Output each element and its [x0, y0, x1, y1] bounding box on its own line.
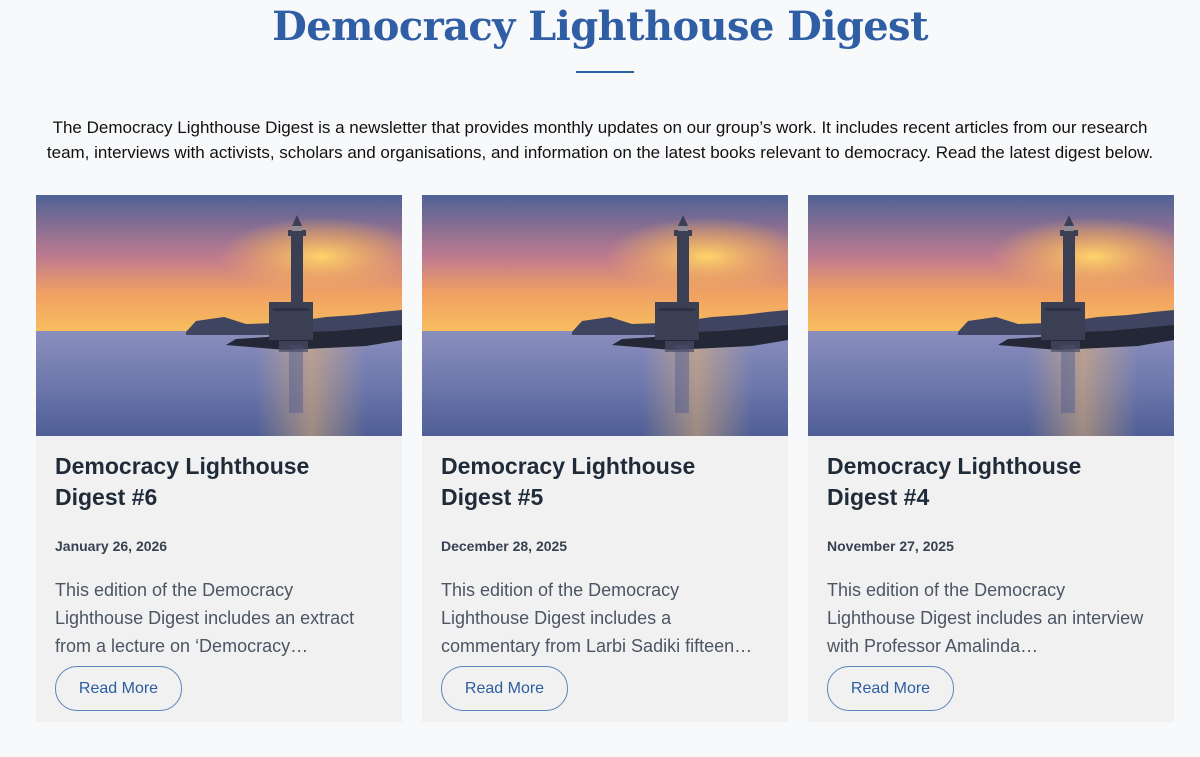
digest-page: Democracy Lighthouse Digest The Democrac…	[0, 0, 1200, 757]
card-body: Democracy Lighthouse Digest #6 January 2…	[55, 436, 384, 660]
read-more-button[interactable]: Read More	[827, 666, 954, 711]
read-more-button[interactable]: Read More	[55, 666, 182, 711]
lighthouse-image[interactable]	[808, 195, 1174, 436]
lighthouse-image[interactable]	[36, 195, 402, 436]
card-title[interactable]: Democracy Lighthouse Digest #4	[827, 451, 1156, 513]
card-excerpt: This edition of the Democracy Lighthouse…	[441, 580, 753, 656]
digest-card: Democracy Lighthouse Digest #4 November …	[808, 195, 1174, 722]
page-title: Democracy Lighthouse Digest	[272, 3, 928, 50]
card-body: Democracy Lighthouse Digest #4 November …	[827, 436, 1156, 660]
card-date: January 26, 2026	[55, 538, 168, 554]
card-excerpt: This edition of the Democracy Lighthouse…	[55, 580, 355, 656]
digest-card-list: Democracy Lighthouse Digest #6 January 2…	[36, 195, 1174, 722]
card-excerpt: This edition of the Democracy Lighthouse…	[827, 580, 1144, 656]
card-date: December 28, 2025	[441, 538, 568, 554]
read-more-button[interactable]: Read More	[441, 666, 568, 711]
card-title[interactable]: Democracy Lighthouse Digest #6	[55, 451, 384, 513]
card-date: November 27, 2025	[827, 538, 954, 554]
card-title[interactable]: Democracy Lighthouse Digest #5	[441, 451, 770, 513]
lighthouse-image[interactable]	[422, 195, 788, 436]
card-body: Democracy Lighthouse Digest #5 December …	[441, 436, 770, 660]
digest-card: Democracy Lighthouse Digest #6 January 2…	[36, 195, 402, 722]
intro-text: The Democracy Lighthouse Digest is a new…	[46, 118, 1154, 162]
digest-card: Democracy Lighthouse Digest #5 December …	[422, 195, 788, 722]
title-divider	[576, 71, 634, 73]
